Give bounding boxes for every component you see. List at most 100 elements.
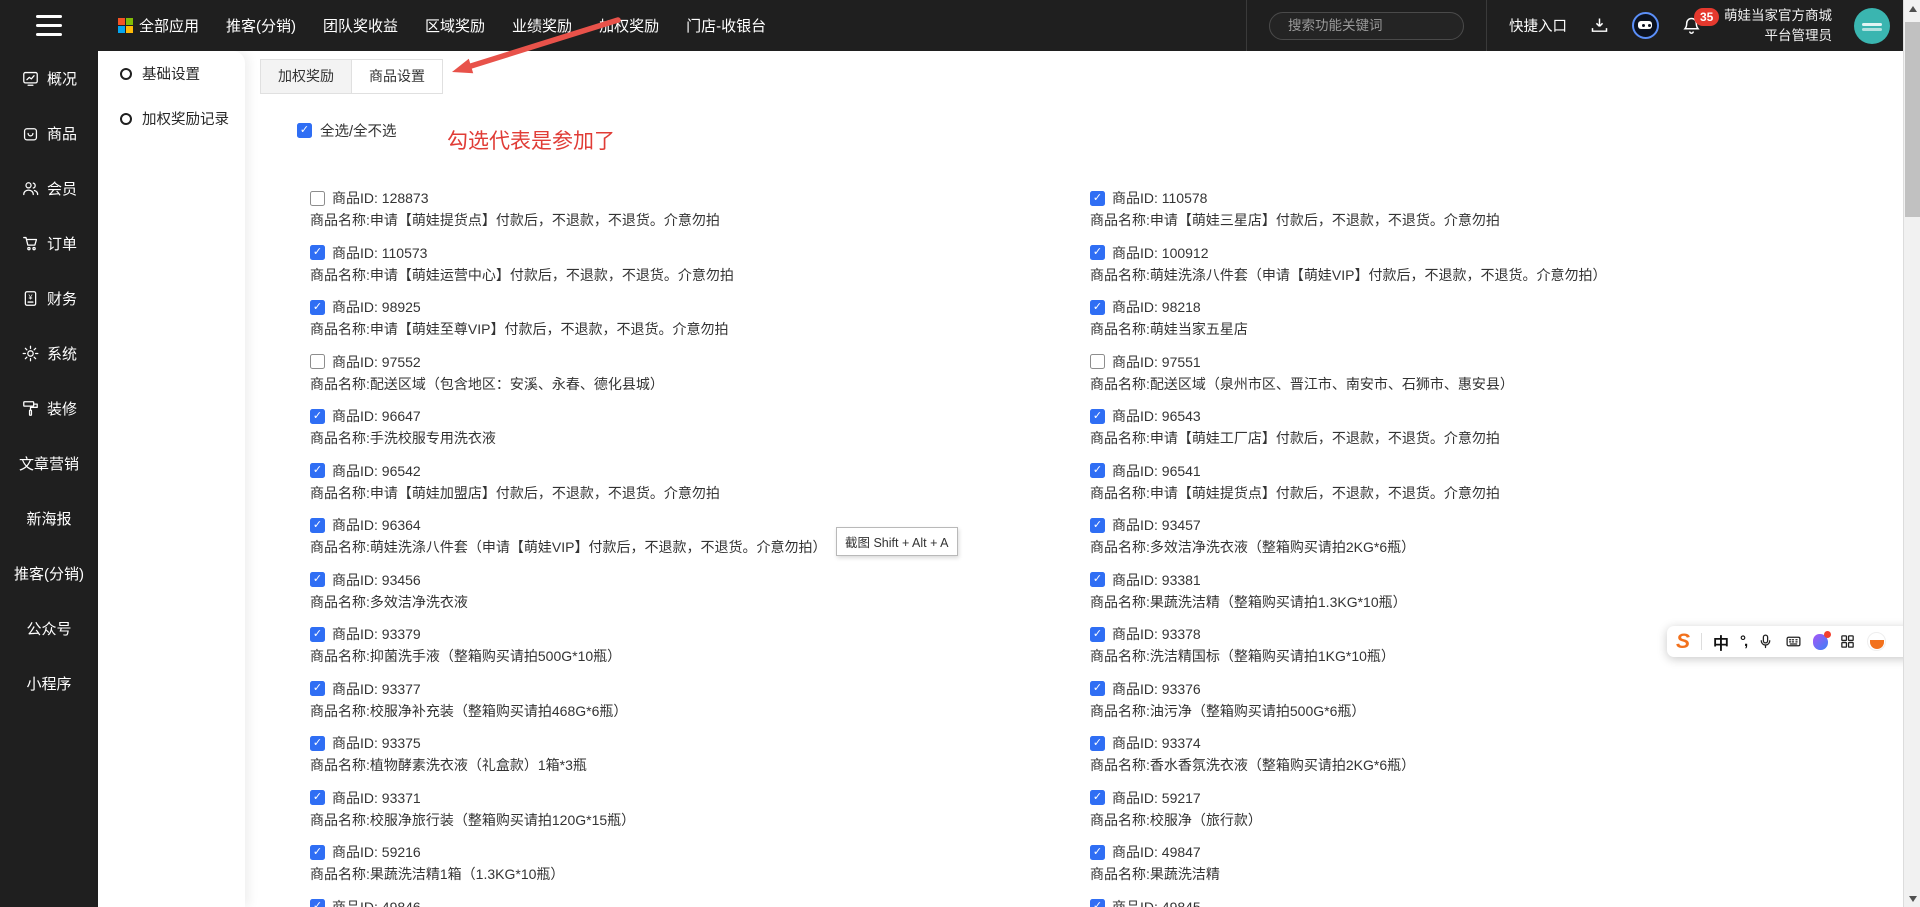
main-content: 加权奖励商品设置 全选/全不选 勾选代表是参加了 商品ID: 128873商品名…: [245, 51, 1903, 907]
product-checkbox[interactable]: [1090, 845, 1105, 860]
topnav-item-label: 全部应用: [139, 15, 199, 36]
product-item: 商品ID: 128873商品名称:申请【萌娃提货点】付款后，不退款，不退货。介意…: [310, 187, 1090, 231]
quick-entry-link[interactable]: 快捷入口: [1509, 15, 1567, 36]
topnav-item[interactable]: 区域奖励: [425, 15, 485, 36]
notifications[interactable]: 35: [1681, 15, 1702, 36]
product-id: 商品ID: 93375: [332, 733, 421, 753]
select-all-checkbox[interactable]: [297, 123, 312, 138]
topnav-item[interactable]: 团队奖收益: [323, 15, 398, 36]
product-item: 商品ID: 96647商品名称:手洗校服专用洗衣液: [310, 405, 1090, 449]
sidebar-item-label: 文章营销: [19, 453, 79, 474]
topnav-item[interactable]: 推客(分销): [226, 15, 296, 36]
product-checkbox[interactable]: [1090, 681, 1105, 696]
product-checkbox[interactable]: [310, 627, 325, 642]
product-id: 商品ID: 110578: [1112, 188, 1207, 208]
product-checkbox[interactable]: [1090, 354, 1105, 369]
scrollbar[interactable]: [1903, 0, 1920, 907]
scrollbar-thumb[interactable]: [1905, 22, 1920, 217]
product-id-row: 商品ID: 93381: [1090, 569, 1870, 591]
assistant-robot-icon[interactable]: [1632, 12, 1659, 39]
product-checkbox[interactable]: [1090, 409, 1105, 424]
product-checkbox[interactable]: [310, 245, 325, 260]
chinese-mode-icon[interactable]: 中: [1713, 630, 1729, 654]
submenu-item[interactable]: 加权奖励记录: [98, 96, 245, 141]
sidebar-item[interactable]: 小程序: [0, 656, 98, 711]
topnav-item[interactable]: 加权奖励: [599, 15, 659, 36]
sidebar-item[interactable]: 概况: [0, 51, 98, 106]
scroll-down-button[interactable]: [1904, 890, 1920, 907]
topnav-item[interactable]: 业绩奖励: [512, 15, 572, 36]
product-id: 商品ID: 59216: [332, 842, 421, 862]
hamburger-menu-icon[interactable]: [36, 15, 62, 36]
product-checkbox[interactable]: [310, 790, 325, 805]
goods-icon: [21, 124, 40, 143]
product-checkbox[interactable]: [310, 681, 325, 696]
product-name: 商品名称:多效洁净洗衣液（整箱购买请拍2KG*6瓶）: [1090, 536, 1870, 558]
sidebar-item[interactable]: 新海报: [0, 491, 98, 546]
submenu-item[interactable]: 基础设置: [98, 51, 245, 96]
sidebar-item[interactable]: 公众号: [0, 601, 98, 656]
download-icon[interactable]: [1589, 15, 1610, 36]
topnav-item[interactable]: 全部应用: [118, 15, 199, 36]
sidebar-item[interactable]: 装修: [0, 381, 98, 436]
product-item: 商品ID: 93374商品名称:香水香氛洗衣液（整箱购买请拍2KG*6瓶）: [1090, 732, 1870, 776]
sidebar-item[interactable]: 推客(分销): [0, 546, 98, 601]
product-checkbox[interactable]: [310, 518, 325, 533]
sidebar-item[interactable]: 订单: [0, 216, 98, 271]
product-checkbox[interactable]: [310, 354, 325, 369]
product-id-row: 商品ID: 110573: [310, 242, 1090, 264]
product-checkbox[interactable]: [310, 409, 325, 424]
microphone-icon[interactable]: [1757, 633, 1774, 650]
account-info[interactable]: 萌娃当家官方商城 平台管理员: [1724, 6, 1832, 45]
product-checkbox[interactable]: [1090, 191, 1105, 206]
sidebar-item[interactable]: 文章营销: [0, 436, 98, 491]
toolbox-grid-icon[interactable]: [1839, 633, 1856, 650]
product-id: 商品ID: 98218: [1112, 297, 1201, 317]
sidebar-item[interactable]: 系统: [0, 326, 98, 381]
emoji-icon[interactable]: [1867, 632, 1886, 651]
product-checkbox[interactable]: [310, 845, 325, 860]
product-checkbox[interactable]: [310, 736, 325, 751]
search-input[interactable]: [1288, 18, 1465, 33]
topnav-item[interactable]: 门店-收银台: [686, 15, 766, 36]
product-id-row: 商品ID: 110578: [1090, 187, 1870, 209]
product-checkbox[interactable]: [1090, 899, 1105, 907]
product-name: 商品名称:植物酵素洗衣液（礼盒款）1箱*3瓶: [310, 754, 1090, 776]
product-name: 商品名称:申请【萌娃三星店】付款后，不退款，不退货。介意勿拍: [1090, 209, 1870, 231]
sidebar-item-label: 推客(分销): [14, 563, 84, 584]
tab-item[interactable]: 商品设置: [351, 59, 443, 94]
keyboard-icon[interactable]: [1785, 633, 1802, 650]
product-checkbox[interactable]: [310, 191, 325, 206]
punctuation-icon[interactable]: °,: [1740, 633, 1746, 650]
product-item: 商品ID: 93371商品名称:校服净旅行装（整箱购买请拍120G*15瓶）: [310, 787, 1090, 831]
product-checkbox[interactable]: [310, 300, 325, 315]
product-name: 商品名称:校服净旅行装（整箱购买请拍120G*15瓶）: [310, 809, 1090, 831]
sidebar-item-label: 系统: [47, 343, 77, 364]
product-checkbox[interactable]: [1090, 627, 1105, 642]
product-item: 商品ID: 49847商品名称:果蔬洗洁精: [1090, 841, 1870, 885]
product-checkbox[interactable]: [1090, 790, 1105, 805]
sidebar-item[interactable]: 会员: [0, 161, 98, 216]
avatar[interactable]: [1854, 8, 1890, 44]
product-checkbox[interactable]: [1090, 572, 1105, 587]
skin-theme-icon[interactable]: [1813, 634, 1828, 650]
sidebar-item-label: 订单: [47, 233, 77, 254]
product-checkbox[interactable]: [1090, 245, 1105, 260]
sidebar-item[interactable]: ¥财务: [0, 271, 98, 326]
product-checkbox[interactable]: [1090, 300, 1105, 315]
product-checkbox[interactable]: [1090, 518, 1105, 533]
product-id: 商品ID: 96364: [332, 515, 421, 535]
tab-item[interactable]: 加权奖励: [260, 59, 352, 94]
sogou-logo-icon[interactable]: S: [1676, 631, 1690, 652]
product-id: 商品ID: 96541: [1112, 461, 1201, 481]
product-checkbox[interactable]: [1090, 463, 1105, 478]
product-id: 商品ID: 93456: [332, 570, 421, 590]
product-checkbox[interactable]: [310, 463, 325, 478]
search-box[interactable]: [1269, 12, 1464, 40]
product-checkbox[interactable]: [1090, 736, 1105, 751]
product-name: 商品名称:多效洁净洗衣液: [310, 591, 1090, 613]
scroll-up-button[interactable]: [1904, 0, 1920, 17]
product-checkbox[interactable]: [310, 899, 325, 907]
sidebar-item[interactable]: 商品: [0, 106, 98, 161]
product-checkbox[interactable]: [310, 572, 325, 587]
